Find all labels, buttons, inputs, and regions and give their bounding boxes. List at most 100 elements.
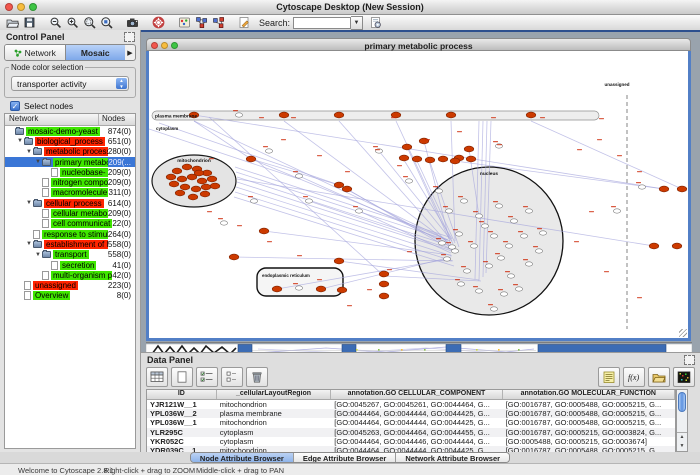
network-node[interactable] <box>197 178 207 184</box>
tree-row-cellular-metabo[interactable]: cellular metabo209(0) <box>5 208 135 218</box>
table-cell[interactable]: plasma membrane <box>217 409 332 418</box>
network-node[interactable] <box>613 209 620 213</box>
network-node[interactable] <box>507 274 514 278</box>
network-node[interactable] <box>677 186 687 192</box>
network-node[interactable] <box>399 155 409 161</box>
network-node[interactable] <box>475 289 482 293</box>
table-cell[interactable]: YLR295C <box>147 428 217 437</box>
network-node[interactable] <box>419 138 429 144</box>
network-node[interactable] <box>337 287 347 293</box>
zoom-in-button[interactable] <box>64 15 81 30</box>
network-node[interactable] <box>659 186 669 192</box>
network-node[interactable] <box>166 174 176 180</box>
table-row-YKR052C[interactable]: YKR052Ccytoplasm[GO:0044464, GO:0044446,… <box>147 437 675 446</box>
table-cell[interactable]: [GO:0044464, GO:0044446, GO:0044444, G..… <box>331 437 502 446</box>
tree-row-secretion[interactable]: secretion41(0) <box>5 260 135 270</box>
tree-expand-arrow-icon[interactable]: ▼ <box>34 252 42 258</box>
network-node[interactable] <box>450 158 460 164</box>
network-node[interactable] <box>265 149 272 153</box>
network-node[interactable] <box>316 286 326 292</box>
network-node[interactable] <box>194 170 204 176</box>
network-node[interactable] <box>259 228 269 234</box>
table-cell[interactable]: [GO:0016787, GO:0005488, GO:0005215, G..… <box>503 409 675 418</box>
create-attribute-button[interactable] <box>171 367 193 387</box>
table-row-YPL036W__2[interactable]: YPL036W__2plasma membrane[GO:0044464, GO… <box>147 409 675 418</box>
open-file-button[interactable] <box>4 15 21 30</box>
network-node[interactable] <box>446 112 456 118</box>
table-cell[interactable]: mitochondrion <box>217 400 332 409</box>
network-node[interactable] <box>334 112 344 118</box>
table-cell[interactable]: mitochondrion <box>217 418 332 427</box>
network-node[interactable] <box>295 286 302 290</box>
network-node[interactable] <box>182 164 192 170</box>
tree-row-biological-process[interactable]: ▼biological_process651(0) <box>5 136 135 146</box>
help-button[interactable] <box>150 15 167 30</box>
tab-overflow-arrow-icon[interactable]: ▶ <box>125 49 135 57</box>
table-cell[interactable]: cytoplasm <box>217 428 332 437</box>
delete-attribute-button[interactable] <box>246 367 268 387</box>
tree-row-cell-communicat[interactable]: cell communicat22(0) <box>5 219 135 229</box>
node-color-dropdown[interactable]: transporter activity ▲▼ <box>11 76 129 91</box>
network-node[interactable] <box>649 243 659 249</box>
network-node[interactable] <box>470 244 477 248</box>
table-cell[interactable]: YPL036W__2 <box>147 409 217 418</box>
select-attributes-button[interactable] <box>146 367 168 387</box>
network-node[interactable] <box>207 176 217 182</box>
network-node[interactable] <box>535 249 542 253</box>
network-node[interactable] <box>201 184 211 190</box>
network-node[interactable] <box>485 264 492 268</box>
network-node[interactable] <box>402 144 412 150</box>
network-node[interactable] <box>177 176 187 182</box>
network-node[interactable] <box>272 286 282 292</box>
save-button[interactable] <box>21 15 38 30</box>
tree-row-response-to-stimulu[interactable]: response to stimulu264(0) <box>5 229 135 239</box>
formula-button[interactable]: f(x) <box>623 367 645 387</box>
search-config-button[interactable] <box>367 15 384 30</box>
network-node[interactable] <box>438 156 448 162</box>
zoom-out-button[interactable] <box>47 15 64 30</box>
tree-row-nitrogen-compo[interactable]: nitrogen compo209(0) <box>5 177 135 187</box>
network-node[interactable] <box>515 287 522 291</box>
network-node[interactable] <box>525 262 532 266</box>
zoom-selected-button[interactable] <box>98 15 115 30</box>
table-cell[interactable]: [GO:0016787, GO:0005488, GO:0005215, G..… <box>503 400 675 409</box>
table-cell[interactable]: cytoplasm <box>217 437 332 446</box>
notes-button[interactable] <box>598 367 620 387</box>
network-node[interactable] <box>172 168 182 174</box>
network-node[interactable] <box>490 307 497 311</box>
search-input[interactable] <box>293 17 351 29</box>
network-node[interactable] <box>438 241 445 245</box>
column-header-1[interactable]: _cellularLayoutRegion <box>217 390 332 399</box>
column-header-0[interactable]: ID <box>147 390 217 399</box>
network-node[interactable] <box>464 146 474 152</box>
tree-row-cellular-process[interactable]: ▼cellular process614(0) <box>5 198 135 208</box>
network-node[interactable] <box>455 232 462 236</box>
vizmapper-button[interactable] <box>176 15 193 30</box>
tree-expand-arrow-icon[interactable]: ▼ <box>25 241 33 247</box>
tree-row-nucleobase-[interactable]: nucleobase-209(0) <box>5 167 135 177</box>
network-node[interactable] <box>497 256 504 260</box>
network-node[interactable] <box>169 181 179 187</box>
table-cell[interactable]: [GO:0044464, GO:0044444, GO:0044425, G..… <box>331 409 502 418</box>
tree-row-establishment-of-lo[interactable]: ▼establishment of lo558(0) <box>5 239 135 249</box>
network-node[interactable] <box>200 191 210 197</box>
tree-expand-arrow-icon[interactable]: ▼ <box>25 149 33 155</box>
tree-expand-arrow-icon[interactable]: ▼ <box>25 200 33 206</box>
network-node[interactable] <box>379 281 389 287</box>
network-node[interactable] <box>475 214 482 218</box>
network-node[interactable] <box>463 269 470 273</box>
table-cell[interactable]: [GO:0016787, GO:0005488, GO:0005215, G..… <box>503 418 675 427</box>
tab-node-attribute-browser[interactable]: Node Attribute Browser <box>191 453 293 462</box>
tree-row-macromolecule[interactable]: macromolecule311(0) <box>5 188 135 198</box>
attribute-batch-button[interactable] <box>221 367 243 387</box>
table-cell[interactable]: YPL036W__1 <box>147 418 217 427</box>
network-node[interactable] <box>412 156 422 162</box>
network-node[interactable] <box>229 254 239 260</box>
tab-mosaic[interactable]: Mosaic <box>65 45 126 60</box>
network-node[interactable] <box>510 219 517 223</box>
network-node[interactable] <box>425 157 435 163</box>
table-cell[interactable]: [GO:0045263, GO:0044464, GO:0044455, G..… <box>331 428 502 437</box>
network-node[interactable] <box>405 179 412 183</box>
table-cell[interactable]: [GO:0005488, GO:0005215, GO:0003674] <box>503 437 675 446</box>
table-cell[interactable]: YKR052C <box>147 437 217 446</box>
